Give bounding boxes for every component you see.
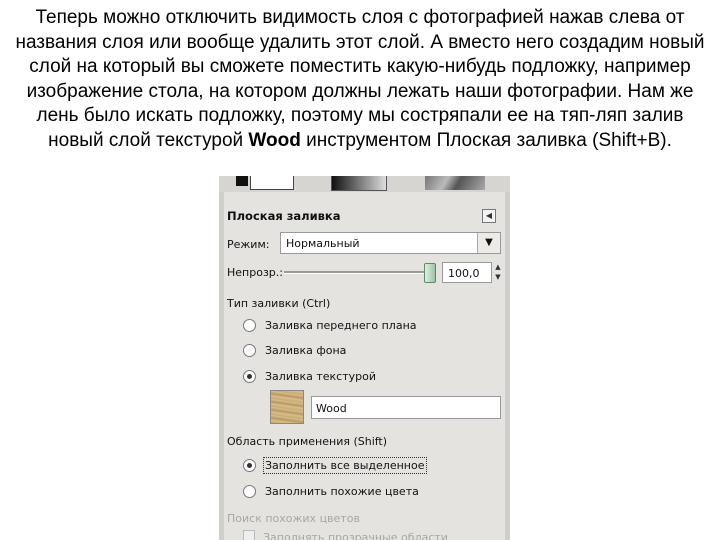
tool-options-screenshot: Плоская заливка ◀ Режим: Нормальный ▼ Не…: [219, 176, 510, 540]
opacity-label: Непрозр.:: [227, 266, 283, 279]
area-option-selection: Заполнить все выделенное: [263, 457, 427, 474]
radio-pattern-fill[interactable]: [243, 370, 256, 383]
radio-fill-similar[interactable]: [243, 485, 256, 498]
opacity-value: 100,0: [448, 267, 480, 280]
wood-pattern-preview[interactable]: [270, 390, 304, 424]
partial-option-label: Заполнять прозрачные области: [263, 531, 448, 540]
mode-value: Нормальный: [286, 237, 360, 250]
opacity-slider-track[interactable]: [284, 271, 430, 274]
radio-fill-selection[interactable]: [243, 459, 256, 472]
affected-area-label: Область применения (Shift): [227, 435, 388, 448]
chevron-down-icon[interactable]: ▼: [477, 233, 500, 253]
collapse-left-icon[interactable]: ◀: [482, 209, 496, 223]
radio-bg-fill[interactable]: [243, 344, 256, 357]
image-thumbnail[interactable]: [425, 176, 485, 190]
fill-option-pattern: Заливка текстурой: [265, 370, 376, 383]
spin-arrows-icon[interactable]: ▲ ▼: [493, 262, 503, 283]
partial-checkbox[interactable]: [243, 530, 255, 540]
background-color-swatch[interactable]: [250, 176, 294, 190]
mode-label: Режим:: [227, 238, 270, 251]
similar-colors-label: Поиск похожих цветов: [227, 512, 360, 525]
opacity-spinbox[interactable]: 100,0: [442, 262, 492, 283]
mode-combobox[interactable]: Нормальный ▼: [280, 232, 501, 254]
fill-option-bg: Заливка фона: [265, 344, 347, 357]
fill-type-label: Тип заливки (Ctrl): [227, 297, 331, 310]
caption-text: Теперь можно отключить видимость слоя с …: [15, 7, 705, 151]
toolbox-strip: [219, 176, 510, 192]
fill-option-fg: Заливка переднего плана: [265, 319, 417, 332]
caption-bold-wood: Wood: [248, 129, 301, 151]
pattern-name-value: Wood: [316, 402, 347, 415]
radio-fg-fill[interactable]: [243, 319, 256, 332]
pattern-name-field[interactable]: Wood: [311, 396, 501, 419]
panel-title: Плоская заливка: [227, 209, 341, 223]
area-option-similar: Заполнить похожие цвета: [265, 485, 419, 498]
panel-right-border: [505, 192, 510, 540]
opacity-slider-handle[interactable]: [424, 263, 436, 283]
panel-left-border: [219, 192, 224, 540]
gradient-preview[interactable]: [331, 176, 387, 191]
foreground-color-swatch[interactable]: [236, 176, 248, 186]
